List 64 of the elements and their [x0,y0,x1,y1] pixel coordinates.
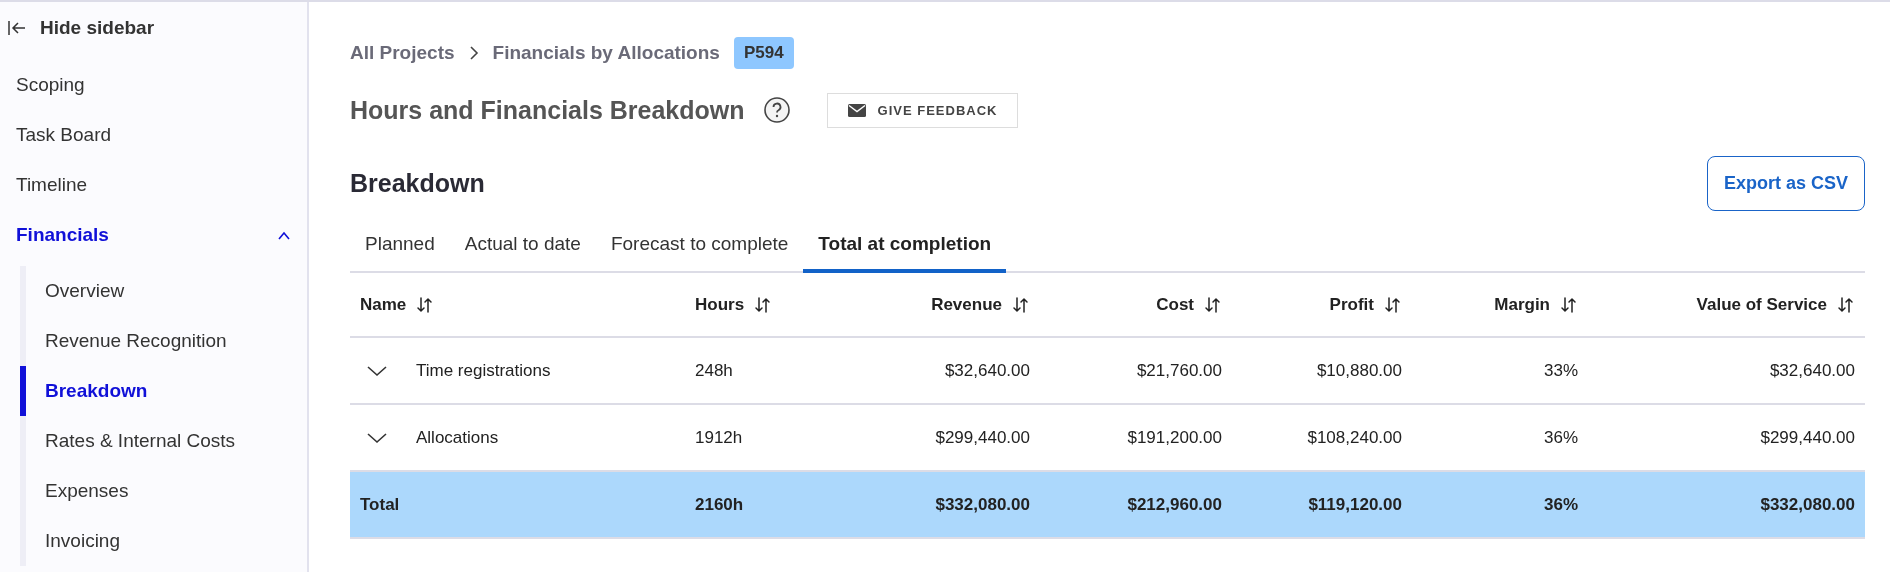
section-title: Breakdown [350,169,485,198]
sidebar-subitem[interactable]: Expenses [20,466,307,516]
sidebar-subitem[interactable]: Invoicing [20,516,307,566]
table-cell: Allocations [416,427,499,448]
expand-chevron-icon[interactable] [366,431,388,444]
sidebar-subitem[interactable]: Revenue Recognition [20,316,307,366]
table-cell: $212,960.00 [1127,494,1222,515]
table-cell: $32,640.00 [944,360,1030,381]
table-cell: $299,440.00 [1760,427,1855,448]
table-cell: $119,120.00 [1308,494,1402,515]
sort-icon[interactable] [416,295,435,314]
chevron-icon[interactable] [277,230,291,240]
sort-icon[interactable] [1012,295,1030,314]
sort-icon[interactable] [754,295,773,314]
sidebar-item[interactable]: Timeline [0,160,307,210]
sidebar-subitem[interactable]: Rates & Internal Costs [20,416,307,466]
export-csv-button[interactable]: Export as CSV [1706,156,1865,211]
envelope-icon [847,103,866,117]
column-header[interactable]: Revenue [931,294,1002,315]
table-cell: $21,760.00 [1136,360,1222,381]
table-cell: $332,080.00 [935,494,1030,515]
sort-icon[interactable] [1204,295,1222,314]
table-cell: 1912h [695,427,743,448]
chevron-right-icon [468,45,479,61]
table-cell: $299,440.00 [935,427,1030,448]
sort-icon[interactable] [1560,295,1578,314]
column-header[interactable]: Cost [1156,294,1194,315]
column-header[interactable]: Hours [695,294,745,315]
breadcrumb-link[interactable]: Financials by Allocations [492,42,720,64]
tab[interactable]: Total at completion [803,223,1007,273]
expand-chevron-icon[interactable] [366,364,388,377]
sort-icon[interactable] [1384,295,1402,314]
hide-sidebar-button[interactable]: Hide sidebar [0,10,307,46]
breadcrumb-link[interactable]: All Projects [350,42,455,64]
help-icon[interactable] [762,96,791,124]
table-cell: $10,880.00 [1316,360,1402,381]
give-feedback-button[interactable]: GIVE FEEDBACK [826,92,1019,128]
tab[interactable]: Actual to date [449,223,596,273]
column-header[interactable]: Name [360,294,407,315]
sidebar-item[interactable]: Task Board [0,110,307,160]
table-cell: 36% [1543,494,1578,515]
column-header[interactable]: Profit [1329,294,1374,315]
sort-icon[interactable] [1837,295,1855,314]
table-cell: $332,080.00 [1760,494,1855,515]
table-cell: 248h [695,360,733,381]
sidebar-subitem[interactable]: Breakdown [20,366,307,416]
sidebar-item[interactable]: Financials [0,210,307,260]
column-header[interactable]: Value of Service [1696,294,1827,315]
tab[interactable]: Planned [350,223,450,273]
tab[interactable]: Forecast to complete [595,223,804,273]
table-cell: Time registrations [416,360,551,381]
sidebar-subitem[interactable]: Overview [20,266,307,316]
collapse-arrow-icon[interactable] [8,20,26,36]
table-cell: $108,240.00 [1307,427,1402,448]
table-cell: $32,640.00 [1769,360,1855,381]
table-cell: 36% [1543,427,1578,448]
table-cell: $191,200.00 [1127,427,1222,448]
project-badge: P594 [733,37,794,69]
table-cell: 2160h [695,494,744,515]
table-cell: 33% [1543,360,1578,381]
page-title: Hours and Financials Breakdown [350,95,745,125]
sidebar-item[interactable]: Scoping [0,60,307,110]
column-header[interactable]: Margin [1494,294,1550,315]
table-cell: Total [360,494,400,515]
